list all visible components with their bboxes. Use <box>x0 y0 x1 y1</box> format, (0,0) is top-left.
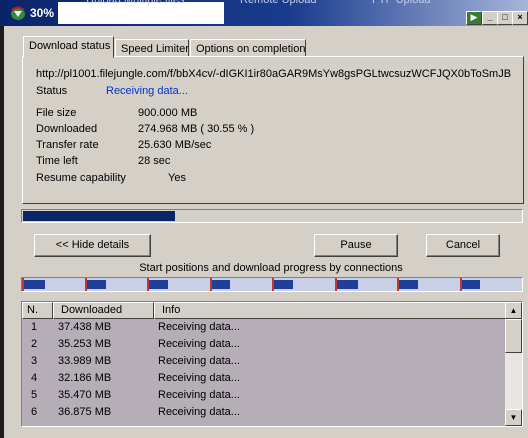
table-row[interactable]: 5 35.470 MB Receiving data... <box>22 387 506 404</box>
row-info: Receiving data... <box>158 372 240 384</box>
row-downloaded: 32.186 MB <box>58 372 112 384</box>
minimize-button[interactable]: _ <box>482 11 498 25</box>
hide-details-button[interactable]: << Hide details <box>34 234 151 257</box>
connections-progress-bar <box>21 277 523 292</box>
connection-progress-segment <box>149 280 168 289</box>
file-size-value: 900.000 MB <box>138 107 198 119</box>
row-number: 1 <box>31 321 38 333</box>
table-row[interactable]: 4 32.186 MB Receiving data... <box>22 370 506 387</box>
row-info: Receiving data... <box>158 321 240 333</box>
row-downloaded: 35.470 MB <box>58 389 112 401</box>
table-row[interactable]: 6 36.875 MB Receiving data... <box>22 404 506 421</box>
row-downloaded: 35.253 MB <box>58 338 112 350</box>
row-number: 6 <box>31 406 38 418</box>
connection-progress-segment <box>399 280 418 289</box>
connection-progress-segment <box>274 280 293 289</box>
connections-caption: Start positions and download progress by… <box>139 262 403 274</box>
file-size-label: File size <box>36 107 77 119</box>
maximize-button[interactable]: □ <box>497 11 513 25</box>
resume-capability-value: Yes <box>168 172 186 184</box>
download-status-panel: http://pl1001.filejungle.com/f/bbX4cv/-d… <box>22 56 524 204</box>
row-info: Receiving data... <box>158 406 240 418</box>
row-downloaded: 33.989 MB <box>58 355 112 367</box>
download-progress-bar <box>21 209 523 223</box>
scroll-down-icon[interactable]: ▼ <box>505 409 522 426</box>
background-tab-ftp-upload: FTP Upload <box>372 0 431 6</box>
connection-progress-segment <box>24 280 45 289</box>
connection-progress-segment <box>462 280 480 289</box>
header-info[interactable]: Info <box>154 302 506 319</box>
time-left-label: Time left <box>36 155 78 167</box>
header-downloaded[interactable]: Downloaded <box>53 302 154 319</box>
scroll-up-icon[interactable]: ▲ <box>505 302 522 319</box>
downloaded-label: Downloaded <box>36 123 98 135</box>
tab-download-status[interactable]: Download status <box>23 36 114 58</box>
time-left-value: 28 sec <box>138 155 171 167</box>
play-icon[interactable]: ▶ <box>466 11 482 25</box>
download-url: http://pl1001.filejungle.com/f/bbX4cv/-d… <box>36 68 512 80</box>
row-number: 5 <box>31 389 38 401</box>
row-info: Receiving data... <box>158 338 240 350</box>
download-progress-fill <box>23 211 175 221</box>
connection-progress-segment <box>337 280 358 289</box>
header-number[interactable]: N. <box>22 302 53 319</box>
background-tab-remote-upload: Remote Upload <box>240 0 317 6</box>
title-bar[interactable]: 30% Unload Multiple files Remote Upload … <box>0 0 528 26</box>
row-number: 4 <box>31 372 38 384</box>
connection-progress-segment <box>87 280 106 289</box>
window-edge <box>0 0 4 438</box>
list-scrollbar[interactable]: ▲ ▼ <box>505 302 522 426</box>
table-row[interactable]: 3 33.989 MB Receiving data... <box>22 353 506 370</box>
connections-list[interactable]: N. Downloaded Info 1 37.438 MB Receiving d… <box>21 301 523 427</box>
background-tab-unload: Unload Multiple files <box>86 0 185 6</box>
pause-button[interactable]: Pause <box>314 234 398 257</box>
window-title: 30% <box>30 6 55 20</box>
scroll-thumb[interactable] <box>505 319 522 353</box>
download-app-icon <box>11 6 25 20</box>
table-row[interactable]: 2 35.253 MB Receiving data... <box>22 336 506 353</box>
row-downloaded: 36.875 MB <box>58 406 112 418</box>
transfer-rate-label: Transfer rate <box>36 139 99 151</box>
status-value: Receiving data... <box>106 85 188 97</box>
downloaded-value: 274.968 MB ( 30.55 % ) <box>138 123 255 135</box>
transfer-rate-value: 25.630 MB/sec <box>138 139 212 151</box>
row-number: 2 <box>31 338 38 350</box>
resume-capability-label: Resume capability <box>36 172 126 184</box>
list-header: N. Downloaded Info <box>22 302 506 319</box>
close-button[interactable]: × <box>512 11 528 25</box>
table-row[interactable]: 1 37.438 MB Receiving data... <box>22 319 506 336</box>
row-info: Receiving data... <box>158 389 240 401</box>
cancel-button[interactable]: Cancel <box>426 234 500 257</box>
row-info: Receiving data... <box>158 355 240 367</box>
row-downloaded: 37.438 MB <box>58 321 112 333</box>
connection-progress-segment <box>212 280 230 289</box>
status-label: Status <box>36 85 68 97</box>
row-number: 3 <box>31 355 38 367</box>
